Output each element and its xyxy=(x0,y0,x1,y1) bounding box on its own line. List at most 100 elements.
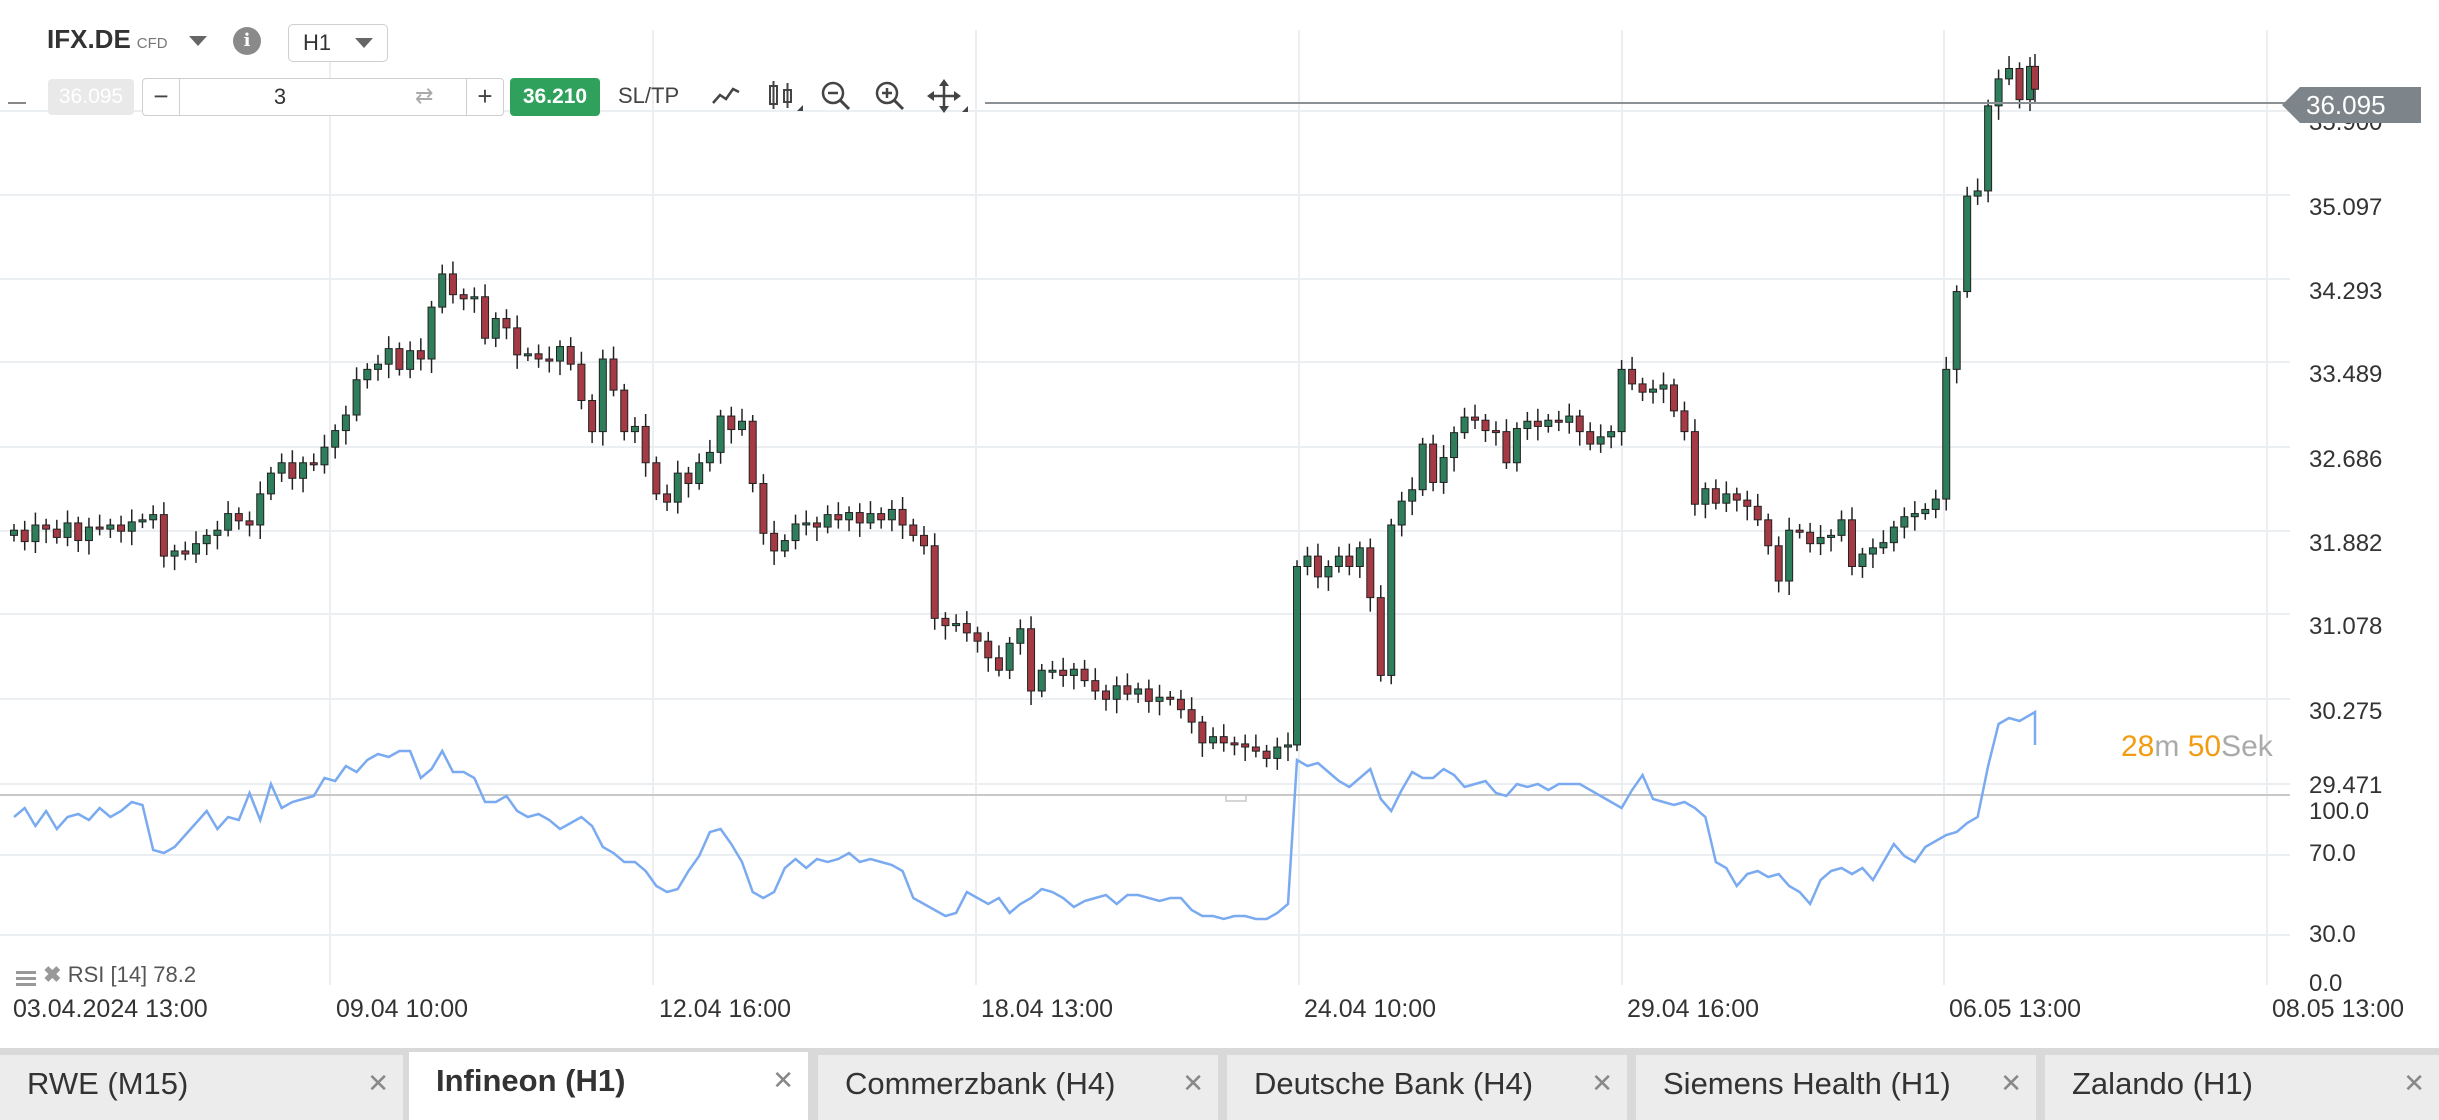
candle xyxy=(1858,553,1867,567)
countdown-seconds: 50 xyxy=(2187,730,2222,763)
candle xyxy=(1144,688,1153,702)
indicator-settings-icon[interactable] xyxy=(15,967,37,987)
close-icon[interactable]: ✕ xyxy=(772,1066,794,1094)
candle xyxy=(1187,709,1196,723)
candle xyxy=(1016,628,1025,644)
candle xyxy=(1628,368,1637,385)
tab-commerzbank[interactable]: Commerzbank (H4) ✕ xyxy=(818,1055,1218,1120)
candle xyxy=(1273,746,1282,759)
candle xyxy=(898,508,907,526)
candle xyxy=(1984,105,1993,192)
close-icon[interactable]: ✕ xyxy=(1182,1069,1204,1097)
candle xyxy=(224,513,233,531)
sltp-button[interactable]: SL/TP xyxy=(618,83,679,109)
tab-deutsche-bank[interactable]: Deutsche Bank (H4) ✕ xyxy=(1227,1055,1627,1120)
candle xyxy=(63,522,72,538)
candle xyxy=(1921,508,1930,515)
candle xyxy=(159,514,168,557)
countdown-minutes: 28 xyxy=(2121,730,2155,763)
tab-label: Siemens Health (H1) xyxy=(1663,1066,1951,1101)
rsi-axis-label: 100.0 xyxy=(2309,798,2370,825)
price-axis-label: 32.686 xyxy=(2309,446,2383,473)
line-chart-icon[interactable] xyxy=(708,78,744,114)
time-axis-label: 12.04 16:00 xyxy=(659,995,792,1023)
price-axis-label: 31.078 xyxy=(2309,613,2383,640)
tab-label: Deutsche Bank (H4) xyxy=(1254,1066,1534,1101)
candle xyxy=(1952,291,1961,370)
candle xyxy=(2005,68,2014,80)
close-icon[interactable]: ✕ xyxy=(1591,1069,1613,1097)
quantity-input[interactable]: 3 xyxy=(180,84,380,110)
remove-indicator-icon[interactable]: ✖ xyxy=(43,962,61,987)
instrument-selector[interactable]: IFX.DE CFD xyxy=(47,24,168,55)
candle xyxy=(1262,750,1271,759)
candle xyxy=(1732,493,1741,501)
quantity-plus-button[interactable]: + xyxy=(466,79,503,115)
rsi-line xyxy=(13,709,2037,921)
tab-infineon[interactable]: Infineon (H1) ✕ xyxy=(409,1052,808,1120)
candle xyxy=(1460,416,1469,434)
price-axis-label: 35.097 xyxy=(2309,194,2383,221)
chart-area[interactable] xyxy=(0,30,2290,985)
price-chart[interactable] xyxy=(0,30,2290,985)
symbol-label[interactable]: IFX.DE xyxy=(47,24,131,54)
tab-label: RWE (M15) xyxy=(27,1066,189,1101)
candle xyxy=(1080,668,1089,682)
info-icon[interactable]: i xyxy=(233,27,261,55)
zoom-out-icon[interactable] xyxy=(818,78,854,114)
timeframe-select[interactable]: H1 xyxy=(288,24,388,62)
zoom-in-icon[interactable] xyxy=(872,78,908,114)
price-axis-label: 29.471 xyxy=(2309,772,2383,799)
candle xyxy=(748,420,757,484)
tab-siemens-health[interactable]: Siemens Health (H1) ✕ xyxy=(1636,1055,2036,1120)
candle xyxy=(823,514,832,528)
time-axis-label: 08.05 13:00 xyxy=(2272,995,2405,1023)
swap-icon[interactable]: ⇄ xyxy=(415,83,433,109)
candle xyxy=(1722,493,1731,504)
rsi-axis-label: 30.0 xyxy=(2309,921,2356,948)
candle xyxy=(887,508,896,521)
candle xyxy=(577,363,586,401)
close-icon[interactable]: ✕ xyxy=(2000,1069,2022,1097)
quantity-minus-button[interactable]: − xyxy=(143,79,180,115)
candle xyxy=(962,623,971,634)
candle xyxy=(1230,742,1239,746)
quantity-stepper[interactable]: − 3 ⇄ + xyxy=(142,78,504,116)
candle xyxy=(1617,368,1626,433)
tab-rwe[interactable]: RWE (M15) ✕ xyxy=(0,1055,403,1120)
buy-button[interactable]: 36.210 xyxy=(510,78,600,116)
move-icon[interactable] xyxy=(926,78,968,114)
candle xyxy=(1963,195,1972,293)
candle xyxy=(716,415,725,453)
candle xyxy=(288,462,297,479)
tab-zalando[interactable]: Zalando (H1) ✕ xyxy=(2045,1055,2439,1120)
candle xyxy=(973,632,982,642)
candle xyxy=(598,358,607,433)
candlestick-icon[interactable] xyxy=(764,78,803,114)
candle xyxy=(759,482,768,534)
candle xyxy=(1123,685,1132,695)
price-axis-label: 33.489 xyxy=(2309,361,2383,388)
time-axis-label: 24.04 10:00 xyxy=(1304,995,1437,1023)
candle xyxy=(1303,555,1312,567)
countdown-minutes-unit: m xyxy=(2154,730,2180,763)
candle xyxy=(1764,519,1773,547)
candle xyxy=(106,524,115,530)
candle xyxy=(1481,419,1490,432)
candle xyxy=(1166,696,1175,700)
countdown-seconds-unit: Sek xyxy=(2221,730,2273,763)
close-icon[interactable]: ✕ xyxy=(2403,1069,2425,1097)
candle xyxy=(1753,505,1762,521)
candle xyxy=(202,534,211,545)
candle xyxy=(930,545,939,619)
candle xyxy=(277,462,286,474)
rsi-axis-label: 0.0 xyxy=(2309,970,2343,997)
candle xyxy=(909,524,918,536)
candle xyxy=(1785,529,1794,582)
candle xyxy=(1649,388,1658,393)
timeframe-value: H1 xyxy=(303,30,332,55)
sell-button[interactable]: 36.095 xyxy=(48,79,134,115)
close-icon[interactable]: ✕ xyxy=(367,1069,389,1097)
candle xyxy=(1091,680,1100,692)
instrument-dropdown-icon[interactable] xyxy=(189,36,207,46)
